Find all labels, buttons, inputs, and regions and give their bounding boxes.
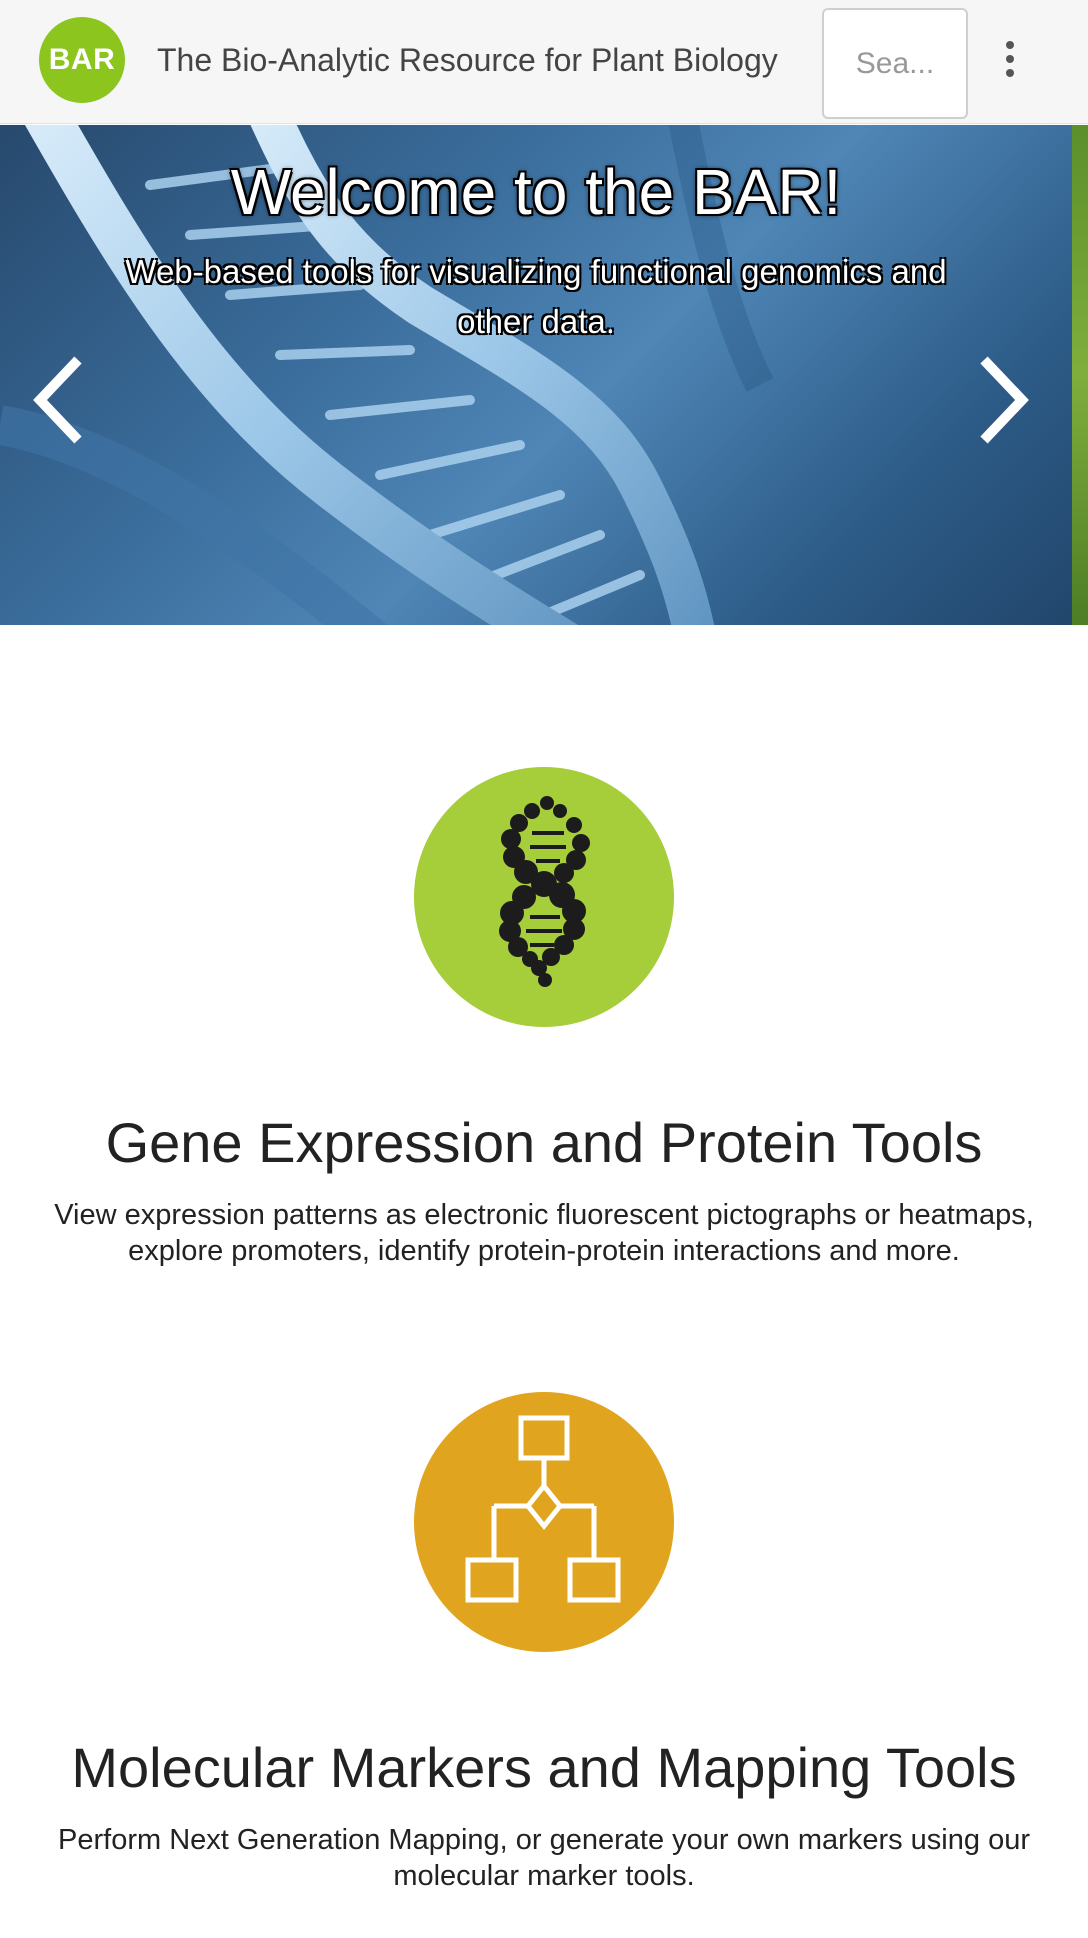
next-slide-peek xyxy=(1072,125,1088,625)
search-input[interactable] xyxy=(822,8,968,119)
carousel-title: Welcome to the BAR! xyxy=(230,156,842,228)
chevron-right-icon[interactable] xyxy=(972,352,1032,448)
site-title[interactable]: The Bio-Analytic Resource for Plant Biol… xyxy=(157,42,778,79)
bar-logo[interactable]: BAR xyxy=(39,17,125,103)
feature-description: View expression patterns as electronic f… xyxy=(54,1199,1034,1267)
chevron-left-icon[interactable] xyxy=(30,352,90,448)
carousel-subtitle: Web-based tools for visualizing function… xyxy=(125,253,947,340)
feature-description: Perform Next Generation Mapping, or gene… xyxy=(58,1824,1030,1892)
top-navigation-bar: BAR The Bio-Analytic Resource for Plant … xyxy=(0,0,1088,124)
hero-carousel: Welcome to the BAR! Web-based tools for … xyxy=(0,125,1072,625)
kebab-menu-icon[interactable] xyxy=(995,34,1025,84)
flowchart-icon[interactable] xyxy=(414,1392,674,1652)
feature-title[interactable]: Gene Expression and Protein Tools xyxy=(0,1110,1088,1175)
feature-title[interactable]: Molecular Markers and Mapping Tools xyxy=(0,1735,1088,1800)
dna-icon[interactable] xyxy=(414,767,674,1027)
